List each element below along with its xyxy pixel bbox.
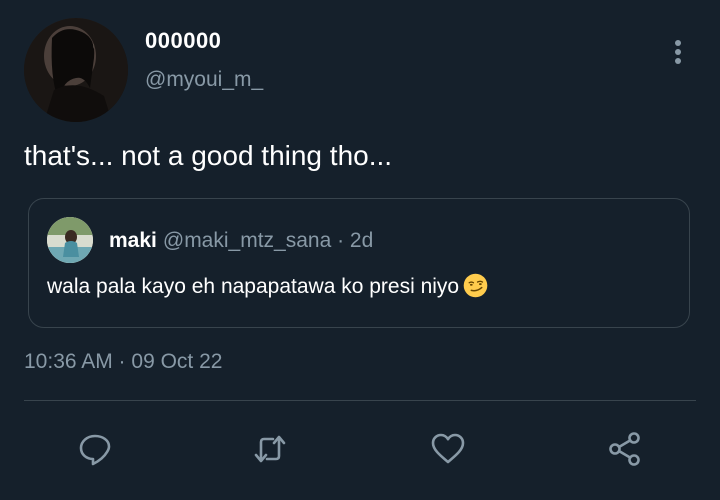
user-avatar[interactable]	[24, 18, 128, 122]
quoted-avatar-image	[47, 217, 93, 263]
user-avatar-image	[24, 18, 128, 122]
quoted-tweet-text: wala pala kayo eh napapatawa ko presi ni…	[47, 275, 460, 298]
divider	[24, 400, 696, 401]
retweet-button[interactable]	[245, 424, 295, 474]
quoted-user-avatar[interactable]	[47, 217, 93, 263]
tweet-timestamp[interactable]: 10:36 AM · 09 Oct 22	[24, 350, 222, 374]
quoted-display-name[interactable]: maki	[109, 229, 157, 252]
tweet-text: that's... not a good thing tho...	[24, 140, 393, 171]
quoted-tweet-card[interactable]: maki @maki_mtz_sana · 2d wala pala kayo e…	[28, 198, 690, 328]
tweet-detail: 000000 @myoui_m_ that's... not a good th…	[0, 0, 720, 500]
more-vertical-icon[interactable]	[666, 38, 690, 66]
quoted-tweet-header: maki @maki_mtz_sana · 2d	[109, 229, 373, 253]
reply-icon	[79, 434, 111, 466]
display-name[interactable]: 000000	[145, 28, 221, 54]
reply-button[interactable]	[70, 424, 120, 474]
share-button[interactable]	[600, 424, 650, 474]
heart-icon	[431, 433, 465, 464]
smirking-face-icon	[463, 273, 488, 298]
share-icon	[609, 432, 640, 466]
user-handle[interactable]: @myoui_m_	[145, 68, 263, 92]
like-button[interactable]	[423, 424, 473, 474]
retweet-icon	[254, 435, 286, 463]
quoted-tweet-text-row: wala pala kayo eh napapatawa ko presi ni…	[47, 273, 488, 299]
quoted-handle-time: @maki_mtz_sana · 2d	[162, 229, 374, 252]
action-bar	[0, 424, 720, 474]
